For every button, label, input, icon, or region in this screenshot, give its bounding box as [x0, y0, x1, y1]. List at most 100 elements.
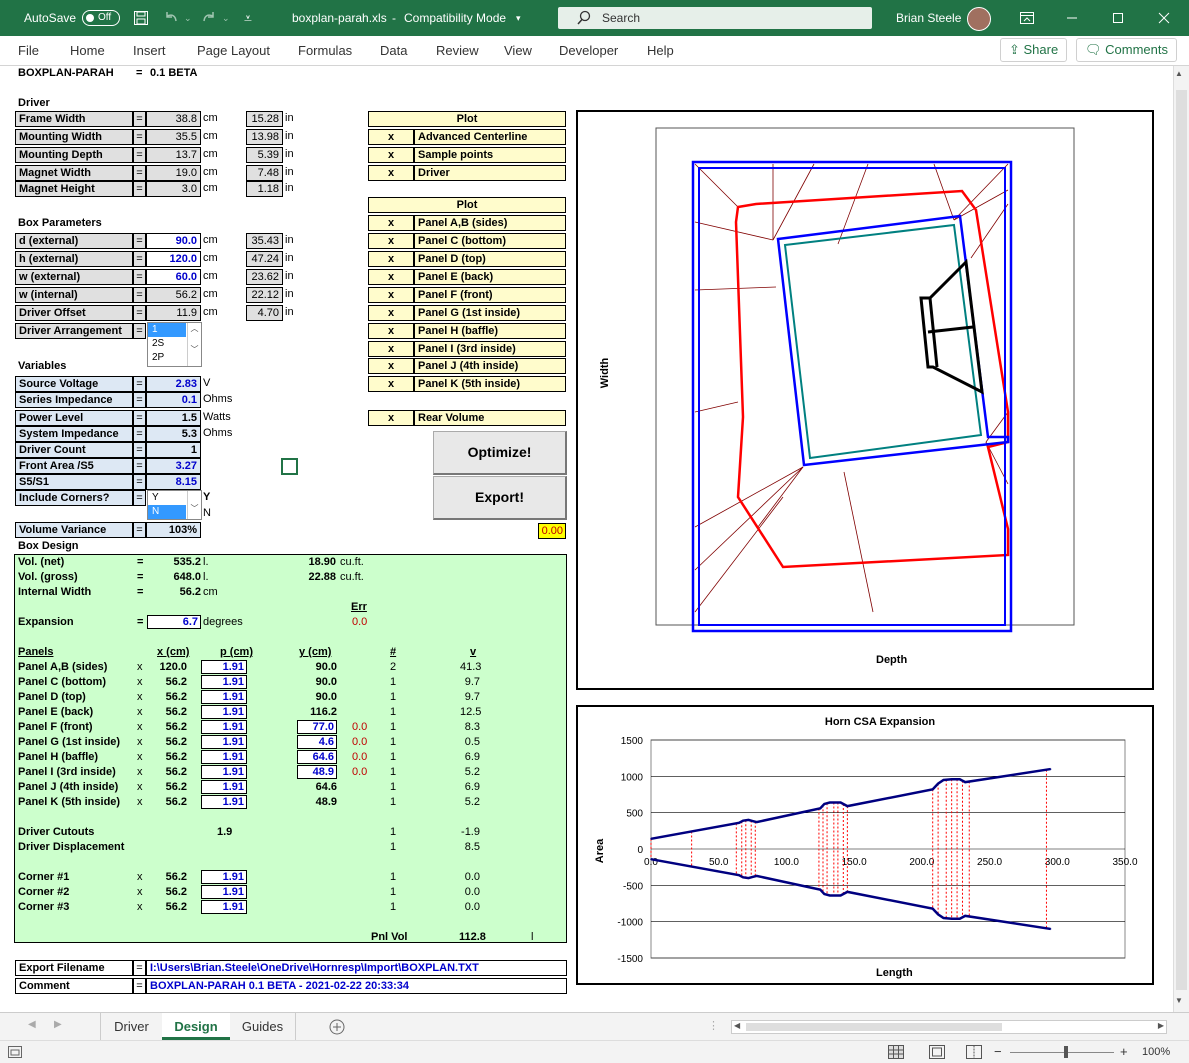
- panel-p-input[interactable]: 1.91: [201, 780, 247, 794]
- hscroll-thumb[interactable]: [746, 1023, 1002, 1031]
- corner-p-input[interactable]: 1.91: [201, 900, 247, 914]
- comments-button[interactable]: 🗨 Comments: [1076, 38, 1177, 62]
- undo-icon[interactable]: [163, 10, 179, 26]
- tab-driver[interactable]: Driver: [100, 1013, 162, 1040]
- driver-value[interactable]: 38.8: [146, 111, 201, 127]
- scroll-up-icon[interactable]: ▲: [1175, 69, 1183, 78]
- share-button[interactable]: ⇪ Share: [1000, 38, 1068, 62]
- scroll-right-icon[interactable]: ▶: [1158, 1021, 1164, 1030]
- expansion-input[interactable]: 6.7: [147, 615, 201, 629]
- plot-toggle[interactable]: x: [368, 305, 414, 321]
- page-layout-icon[interactable]: [929, 1045, 945, 1059]
- panel-p-input[interactable]: 1.91: [201, 675, 247, 689]
- zoom-level[interactable]: 100%: [1142, 1046, 1170, 1058]
- panel-p-input[interactable]: 1.91: [201, 735, 247, 749]
- zoom-slider-thumb[interactable]: [1064, 1046, 1068, 1058]
- avatar[interactable]: [967, 7, 991, 31]
- plot-toggle[interactable]: x: [368, 269, 414, 285]
- plot-toggle[interactable]: x: [368, 129, 414, 145]
- menu-help[interactable]: Help: [647, 36, 674, 66]
- menu-insert[interactable]: Insert: [133, 36, 166, 66]
- panel-p-input[interactable]: 1.91: [201, 690, 247, 704]
- panel-p-input[interactable]: 1.91: [201, 720, 247, 734]
- arrangement-option[interactable]: 1: [148, 323, 186, 337]
- chevron-down-icon[interactable]: ﹀: [188, 344, 201, 355]
- save-icon[interactable]: [133, 10, 149, 26]
- worksheet[interactable]: BOXPLAN-PARAH = 0.1 BETA Driver Frame Wi…: [0, 66, 1173, 1012]
- export-filename-input[interactable]: I:\Users\Brian.Steele\OneDrive\Hornresp\…: [146, 960, 567, 976]
- variable-value[interactable]: 2.83: [146, 376, 201, 392]
- corner-p-input[interactable]: 1.91: [201, 870, 247, 884]
- plot-toggle[interactable]: x: [368, 376, 414, 392]
- normal-view-icon[interactable]: [888, 1045, 904, 1059]
- box-value[interactable]: 60.0: [146, 269, 201, 285]
- panel-y-input[interactable]: 48.9: [297, 765, 337, 779]
- box-value[interactable]: 120.0: [146, 251, 201, 267]
- ribbon-display-icon[interactable]: [1019, 11, 1035, 25]
- chevron-up-icon[interactable]: ︿: [188, 323, 201, 334]
- scroll-thumb[interactable]: [1176, 90, 1187, 990]
- horizontal-scrollbar[interactable]: ◀ ▶: [731, 1020, 1167, 1034]
- page-break-icon[interactable]: [966, 1045, 982, 1059]
- chevron-down-icon[interactable]: ﹀: [187, 491, 201, 519]
- tab-design[interactable]: Design: [162, 1013, 230, 1040]
- panel-y-input[interactable]: 77.0: [297, 720, 337, 734]
- corners-option[interactable]: N: [148, 505, 186, 519]
- corner-p-input[interactable]: 1.91: [201, 885, 247, 899]
- plot-toggle[interactable]: x: [368, 147, 414, 163]
- corners-listbox[interactable]: Y N ﹀: [147, 490, 202, 520]
- listbox-scrollbar[interactable]: ︿ ﹀: [187, 323, 201, 366]
- close-icon[interactable]: [1157, 11, 1171, 25]
- comment-input[interactable]: BOXPLAN-PARAH 0.1 BETA - 2021-02-22 20:3…: [146, 978, 567, 994]
- menu-data[interactable]: Data: [380, 36, 407, 66]
- autosave-toggle[interactable]: Off: [82, 10, 120, 26]
- vertical-scrollbar[interactable]: ▲ ▼: [1173, 66, 1189, 1012]
- driver-value[interactable]: 35.5: [146, 129, 201, 145]
- menu-developer[interactable]: Developer: [559, 36, 618, 66]
- tab-guides[interactable]: Guides: [230, 1013, 296, 1040]
- menu-review[interactable]: Review: [436, 36, 479, 66]
- plot-toggle[interactable]: x: [368, 341, 414, 357]
- scroll-down-icon[interactable]: ▼: [1175, 996, 1183, 1005]
- panel-y-input[interactable]: 64.6: [297, 750, 337, 764]
- menu-formulas[interactable]: Formulas: [298, 36, 352, 66]
- variable-value[interactable]: 0.1: [146, 392, 201, 408]
- horn-csa-chart[interactable]: 1500 1000 500 0 -500 -1000 -1500 0.0 50.0 100.0 15…: [576, 705, 1154, 985]
- macro-record-icon[interactable]: [8, 1046, 22, 1058]
- panel-p-input[interactable]: 1.91: [201, 705, 247, 719]
- driver-value[interactable]: 13.7: [146, 147, 201, 163]
- rear-volume-toggle[interactable]: x: [368, 410, 414, 426]
- panel-p-input[interactable]: 1.91: [201, 795, 247, 809]
- zoom-out-icon[interactable]: −: [994, 1044, 1002, 1059]
- title-dropdown-icon[interactable]: ▾: [516, 0, 521, 36]
- add-sheet-icon[interactable]: [329, 1019, 345, 1035]
- minimize-icon[interactable]: [1065, 11, 1079, 25]
- plot-toggle[interactable]: x: [368, 287, 414, 303]
- optimize-button[interactable]: Optimize!: [433, 431, 567, 475]
- menu-page-layout[interactable]: Page Layout: [197, 36, 270, 66]
- redo-icon[interactable]: [201, 10, 217, 26]
- maximize-icon[interactable]: [1111, 11, 1125, 25]
- customize-toolbar-icon[interactable]: ⩡: [244, 0, 252, 36]
- panel-p-input[interactable]: 1.91: [201, 765, 247, 779]
- plot-toggle[interactable]: x: [368, 358, 414, 374]
- prev-sheet-icon[interactable]: ◀: [28, 1019, 36, 1030]
- redo-dropdown-icon[interactable]: ⌄: [222, 0, 230, 36]
- menu-home[interactable]: Home: [70, 36, 105, 66]
- plot-toggle[interactable]: x: [368, 323, 414, 339]
- scroll-left-icon[interactable]: ◀: [734, 1021, 740, 1030]
- plot-toggle[interactable]: x: [368, 251, 414, 267]
- plot-toggle[interactable]: x: [368, 215, 414, 231]
- export-button[interactable]: Export!: [433, 476, 567, 520]
- tab-split-handle-icon[interactable]: ⋮: [708, 1019, 719, 1032]
- plot-toggle[interactable]: x: [368, 233, 414, 249]
- driver-value[interactable]: 19.0: [146, 165, 201, 181]
- panel-y-input[interactable]: 4.6: [297, 735, 337, 749]
- box-value[interactable]: 90.0: [146, 233, 201, 249]
- plot-toggle[interactable]: x: [368, 165, 414, 181]
- zoom-in-icon[interactable]: +: [1120, 1044, 1128, 1059]
- menu-view[interactable]: View: [504, 36, 532, 66]
- undo-dropdown-icon[interactable]: ⌄: [184, 0, 192, 36]
- panel-p-input[interactable]: 1.91: [201, 660, 247, 674]
- menu-file[interactable]: File: [18, 36, 39, 66]
